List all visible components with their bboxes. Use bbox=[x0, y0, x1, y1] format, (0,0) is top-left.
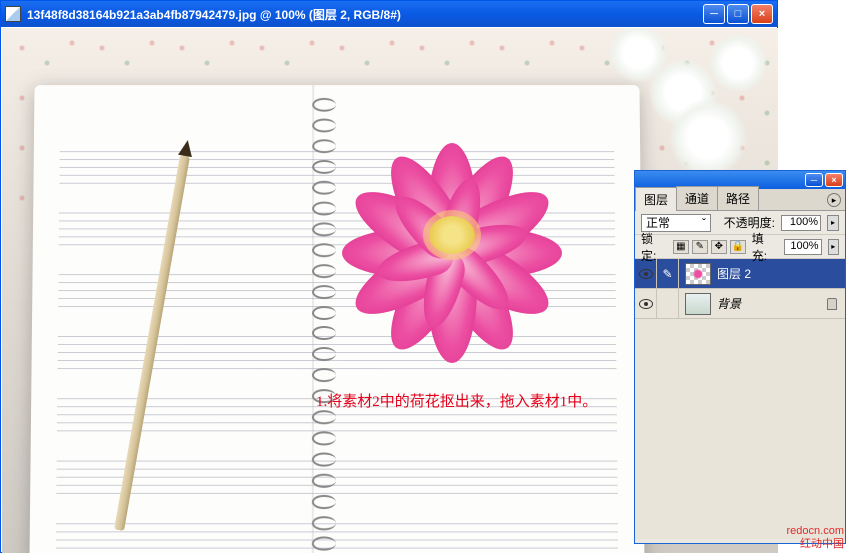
eye-icon bbox=[639, 269, 653, 279]
layer-row[interactable]: 背景 bbox=[635, 289, 845, 319]
panel-minimize-button[interactable]: ─ bbox=[805, 173, 823, 187]
layer-thumbnail[interactable] bbox=[685, 263, 711, 285]
lock-icons: ▦ ✎ ✥ 🔒 bbox=[673, 240, 746, 254]
lock-transparency-icon[interactable]: ▦ bbox=[673, 240, 689, 254]
layer-name[interactable]: 图层 2 bbox=[717, 265, 751, 282]
opacity-input[interactable]: 100% bbox=[781, 215, 821, 231]
panel-menu-button[interactable]: ▸ bbox=[827, 193, 841, 207]
document-icon bbox=[5, 6, 21, 22]
chevron-down-icon: ˇ bbox=[702, 216, 706, 230]
layers-panel: ─ × 图层 通道 路径 ▸ 正常 ˇ 不透明度: 100% ▸ 锁定: ▦ ✎… bbox=[634, 170, 846, 544]
watermark: redocn.com 红动中国 bbox=[787, 525, 844, 551]
instruction-text: 1.将素材2中的荷花抠出来，拖入素材1中。 bbox=[316, 390, 597, 411]
opacity-label: 不透明度: bbox=[724, 214, 775, 231]
close-button[interactable]: × bbox=[751, 4, 773, 24]
lock-position-icon[interactable]: ✥ bbox=[711, 240, 727, 254]
fill-label: 填充: bbox=[752, 230, 778, 264]
visibility-toggle[interactable] bbox=[635, 289, 657, 319]
white-flowers bbox=[578, 28, 778, 188]
visibility-toggle[interactable] bbox=[635, 259, 657, 289]
eye-icon bbox=[639, 299, 653, 309]
lock-all-icon[interactable]: 🔒 bbox=[730, 240, 746, 254]
maximize-button[interactable]: □ bbox=[727, 4, 749, 24]
opacity-flyout-icon[interactable]: ▸ bbox=[827, 215, 839, 231]
tab-channels[interactable]: 通道 bbox=[676, 186, 718, 210]
panel-tabs: 图层 通道 路径 ▸ bbox=[635, 189, 845, 211]
window-title: 13f48f8d38164b921a3ab4fb87942479.jpg @ 1… bbox=[27, 6, 703, 23]
lotus-flower bbox=[332, 118, 572, 358]
layers-list: ✎ 图层 2 背景 bbox=[635, 259, 845, 539]
layer-row[interactable]: ✎ 图层 2 bbox=[635, 259, 845, 289]
link-cell[interactable]: ✎ bbox=[657, 259, 679, 289]
lock-pixels-icon[interactable]: ✎ bbox=[692, 240, 708, 254]
tab-layers[interactable]: 图层 bbox=[635, 187, 677, 211]
minimize-button[interactable]: ─ bbox=[703, 4, 725, 24]
fill-input[interactable]: 100% bbox=[784, 239, 822, 255]
lock-icon bbox=[827, 298, 837, 310]
titlebar[interactable]: 13f48f8d38164b921a3ab4fb87942479.jpg @ 1… bbox=[1, 1, 777, 27]
watermark-text: 红动中国 bbox=[787, 538, 844, 551]
layer-thumbnail[interactable] bbox=[685, 293, 711, 315]
panel-close-button[interactable]: × bbox=[825, 173, 843, 187]
window-controls: ─ □ × bbox=[703, 4, 773, 24]
link-cell[interactable] bbox=[657, 289, 679, 319]
lock-fill-row: 锁定: ▦ ✎ ✥ 🔒 填充: 100% ▸ bbox=[635, 235, 845, 259]
fill-flyout-icon[interactable]: ▸ bbox=[828, 239, 839, 255]
layer-name[interactable]: 背景 bbox=[717, 295, 741, 312]
watermark-url: redocn.com bbox=[787, 525, 844, 538]
lotus-center bbox=[429, 216, 475, 254]
tab-paths[interactable]: 路径 bbox=[717, 186, 759, 210]
blend-mode-value: 正常 bbox=[646, 214, 670, 231]
